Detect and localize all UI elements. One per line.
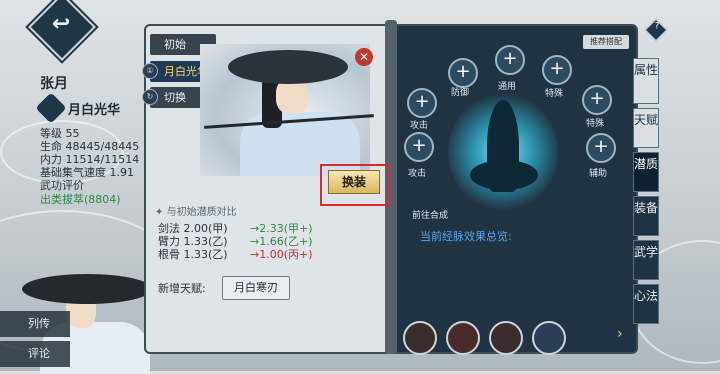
help-icon: ? [654, 21, 660, 32]
node-label: 攻击 [410, 121, 429, 131]
recommend-button[interactable]: 推荐搭配 [583, 35, 629, 49]
next-arrow-icon[interactable]: › [617, 326, 623, 342]
rank-badge-icon [35, 92, 67, 124]
meridian-node-support[interactable]: + [586, 133, 616, 163]
back-button[interactable]: ↩ [28, 0, 96, 61]
node-label: 攻击 [408, 169, 427, 179]
compare-row-name: 根骨 1.33(乙) [158, 248, 228, 261]
new-talent-button[interactable]: 月白寒刃 [222, 276, 290, 300]
party-avatar[interactable] [532, 321, 566, 355]
party-avatar[interactable] [403, 321, 437, 355]
compare-row-value: →1.00(丙+) [250, 248, 313, 261]
stat-rating-value: 出类拔萃(8804) [40, 193, 121, 206]
character-name: 张月 [40, 76, 68, 92]
tab-talent[interactable]: 天赋 [633, 108, 659, 148]
swap-outfit-button[interactable]: 换装 [328, 170, 380, 194]
party-avatar[interactable] [489, 321, 523, 355]
meridian-overview-label: 当前经脉效果总览: [420, 230, 512, 243]
meridian-node-special-2[interactable]: + [582, 85, 612, 115]
back-arrow-icon: ↩ [51, 11, 71, 37]
crossed-swords-icon: ✕ [355, 48, 373, 66]
switch-icon: ↻ [142, 89, 158, 105]
meridian-node-defense[interactable]: + [448, 58, 478, 88]
meridian-node-special-1[interactable]: + [542, 55, 572, 85]
party-avatar[interactable] [446, 321, 480, 355]
tab-mental-method[interactable]: 心法 [633, 284, 659, 324]
tab-martial-arts[interactable]: 武学 [633, 240, 659, 280]
node-label: 特殊 [545, 89, 564, 99]
node-label: 辅助 [589, 169, 608, 179]
meridian-node-attack-2[interactable]: + [404, 132, 434, 162]
node-label: 特殊 [586, 119, 605, 129]
portrait-hat [228, 50, 348, 84]
meridian-node-general[interactable]: + [495, 45, 525, 75]
biography-button[interactable]: 列传 [0, 311, 70, 337]
comment-button[interactable]: 评论 [0, 341, 70, 367]
meditating-figure [487, 100, 519, 192]
tab-attributes[interactable]: 属性 [633, 58, 659, 104]
node-label: 通用 [498, 82, 517, 92]
skin-index-icon: ① [142, 63, 158, 79]
compare-icon: ✦ [155, 207, 164, 218]
go-synthesis-link[interactable]: 前往合成 [412, 208, 448, 221]
new-talent-label: 新增天赋: [158, 282, 206, 295]
tab-potential[interactable]: 潜质 [633, 152, 659, 192]
character-title: 月白光华 [68, 103, 121, 118]
help-button[interactable]: ? [644, 18, 668, 42]
tab-equipment[interactable]: 装备 [633, 196, 659, 236]
node-label: 防御 [451, 88, 470, 98]
mini-portrait-hat [22, 274, 152, 304]
compare-header: ✦ 与初始潜质对比 [155, 207, 237, 218]
meridian-node-attack-1[interactable]: + [407, 88, 437, 118]
